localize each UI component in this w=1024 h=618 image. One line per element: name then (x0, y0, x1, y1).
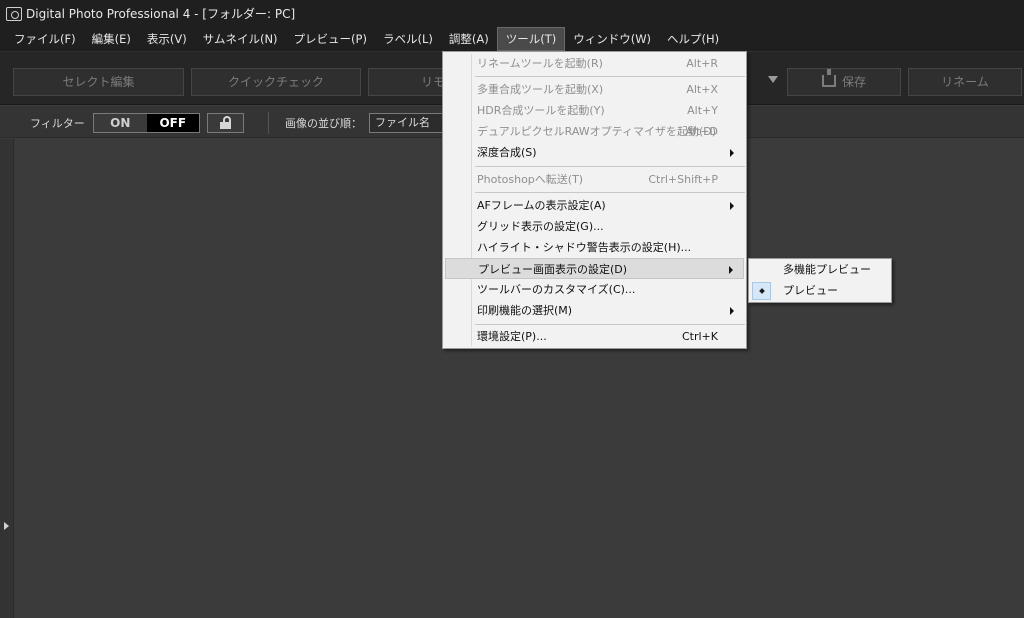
menu-item-multiple-exposure-tool[interactable]: 多重合成ツールを起動(X) Alt+X (445, 79, 744, 100)
menu-separator (475, 324, 745, 325)
menu-adjust[interactable]: 調整(A) (441, 27, 497, 51)
save-icon (821, 69, 836, 87)
title-bar: Digital Photo Professional 4 - [フォルダー: P… (0, 0, 1024, 27)
menu-item-grid-settings[interactable]: グリッド表示の設定(G)... (445, 216, 744, 237)
submenu-arrow-icon (730, 149, 734, 157)
menu-item-depth-compositing[interactable]: 深度合成(S) (445, 142, 744, 163)
menu-item-customize-toolbar[interactable]: ツールバーのカスタマイズ(C)... (445, 279, 744, 300)
window-title: Digital Photo Professional 4 - [フォルダー: P… (26, 7, 296, 21)
save-button[interactable]: 保存 (787, 68, 901, 96)
menu-thumbnail[interactable]: サムネイル(N) (195, 27, 286, 51)
submenu-item-preview[interactable]: プレビュー (751, 281, 889, 301)
menu-item-preferences[interactable]: 環境設定(P)... Ctrl+K (445, 326, 744, 347)
filter-on-option[interactable]: ON (94, 114, 147, 132)
quick-check-button[interactable]: クイックチェック (191, 68, 361, 96)
tools-menu-dropdown: リネームツールを起動(R) Alt+R 多重合成ツールを起動(X) Alt+X … (442, 51, 747, 349)
menu-separator (475, 166, 745, 167)
menu-preview[interactable]: プレビュー(P) (286, 27, 375, 51)
sort-order-select[interactable]: ファイル名 (369, 113, 445, 133)
select-edit-button[interactable]: セレクト編集 (13, 68, 184, 96)
menu-separator (475, 76, 745, 77)
menu-edit[interactable]: 編集(E) (84, 27, 139, 51)
menu-item-af-frame-settings[interactable]: AFフレームの表示設定(A) (445, 195, 744, 216)
app-icon (6, 6, 22, 21)
menu-file[interactable]: ファイル(F) (6, 27, 84, 51)
menu-bar: ファイル(F) 編集(E) 表示(V) サムネイル(N) プレビュー(P) ラベ… (0, 27, 1024, 51)
filter-off-option[interactable]: OFF (146, 114, 199, 132)
menu-item-print-function[interactable]: 印刷機能の選択(M) (445, 300, 744, 321)
menu-separator (475, 192, 745, 193)
menu-item-dual-pixel-raw[interactable]: デュアルピクセルRAWオプティマイザを起動(D) Alt+D (445, 121, 744, 142)
save-button-label: 保存 (841, 75, 866, 89)
filter-label: フィルター (30, 117, 85, 130)
menu-window[interactable]: ウィンドウ(W) (565, 27, 659, 51)
remote-button[interactable]: リモ (368, 68, 448, 96)
menu-help[interactable]: ヘルプ(H) (659, 27, 727, 51)
submenu-arrow-icon (730, 307, 734, 315)
expand-panel-icon[interactable] (4, 522, 9, 530)
preview-settings-submenu: 多機能プレビュー プレビュー (748, 258, 892, 303)
menu-label[interactable]: ラベル(L) (375, 27, 441, 51)
filter-toggle[interactable]: ON OFF (93, 113, 200, 133)
menu-view[interactable]: 表示(V) (139, 27, 195, 51)
divider (268, 112, 269, 134)
menu-tools[interactable]: ツール(T) (496, 27, 566, 51)
lock-button[interactable] (207, 113, 244, 133)
menu-item-highlight-shadow-warning[interactable]: ハイライト・シャドウ警告表示の設定(H)... (445, 237, 744, 258)
selected-radio-icon (752, 282, 771, 300)
menu-item-rename-tool[interactable]: リネームツールを起動(R) Alt+R (445, 53, 744, 74)
sort-label: 画像の並び順： (285, 117, 362, 130)
menu-item-transfer-photoshop[interactable]: Photoshopへ転送(T) Ctrl+Shift+P (445, 169, 744, 190)
submenu-item-multi-function-preview[interactable]: 多機能プレビュー (751, 260, 889, 280)
submenu-arrow-icon (729, 266, 733, 274)
menu-item-hdr-tool[interactable]: HDR合成ツールを起動(Y) Alt+Y (445, 100, 744, 121)
submenu-arrow-icon (730, 202, 734, 210)
left-panel-strip (0, 139, 14, 618)
rename-button[interactable]: リネーム (908, 68, 1022, 96)
menu-item-preview-display-settings[interactable]: プレビュー画面表示の設定(D) (445, 258, 744, 279)
chevron-down-icon[interactable] (768, 76, 778, 83)
